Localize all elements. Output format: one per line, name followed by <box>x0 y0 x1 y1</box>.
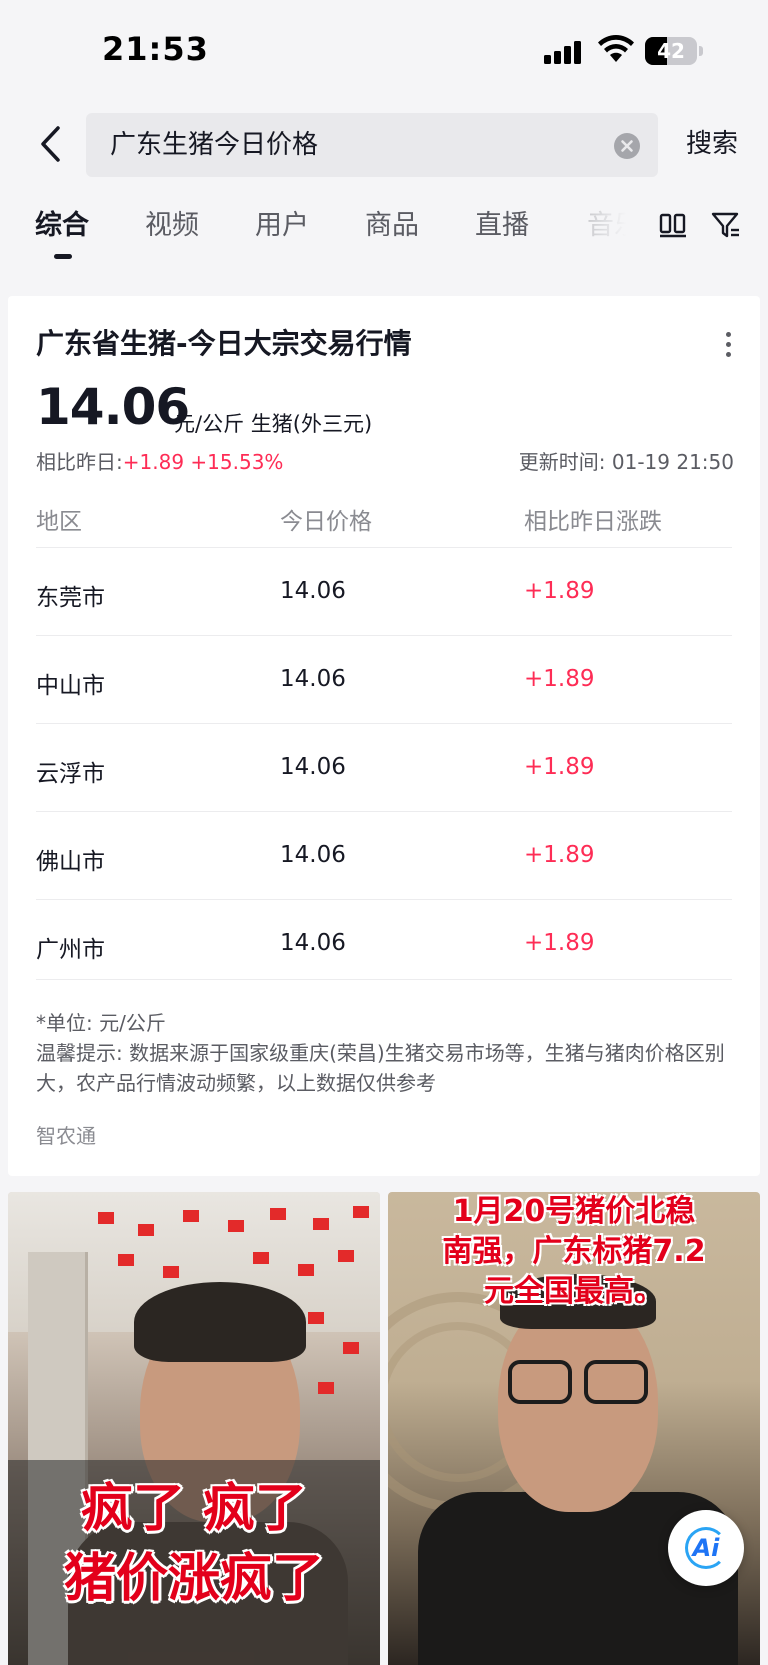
row-region: 佛山市 <box>36 849 105 875</box>
table-row: 佛山市 14.06 +1.89 <box>36 812 732 900</box>
battery-level: 42 <box>657 39 685 63</box>
tab-indicator <box>54 254 72 259</box>
search-tabs: 综合 视频 用户 商品 直播 音乐 <box>0 196 768 266</box>
search-button[interactable]: 搜索 <box>686 122 738 166</box>
change-value: +1.89 <box>122 450 185 474</box>
video-thumbnail[interactable]: 1月20号猪价北稳 南强，广东标猪7.2 元全国最高。 <box>388 1192 760 1665</box>
tab-video[interactable]: 视频 <box>145 206 199 246</box>
row-region: 云浮市 <box>36 761 105 787</box>
row-change: +1.89 <box>524 842 595 868</box>
chevron-left-icon <box>41 126 60 162</box>
price-table: 地区 今日价格 相比昨日涨跌 东莞市 14.06 +1.89 中山市 14.06… <box>36 488 732 980</box>
tab-comprehensive[interactable]: 综合 <box>35 206 89 246</box>
video-thumbnail[interactable]: 疯了 疯了 猪价涨疯了 <box>8 1192 380 1665</box>
data-source[interactable]: 智农通 <box>36 1120 96 1149</box>
row-price: 14.06 <box>280 930 346 956</box>
row-price: 14.06 <box>280 754 346 780</box>
status-time: 21:53 <box>102 30 209 68</box>
change-percent: +15.53% <box>190 450 284 474</box>
search-query: 广东生猪今日价格 <box>110 130 319 160</box>
header-change: 相比昨日涨跌 <box>524 509 662 535</box>
ai-assistant-button[interactable]: Ai <box>668 1510 744 1586</box>
header-region: 地区 <box>36 509 82 535</box>
daily-change: 相比昨日:+1.89 +15.53% <box>36 446 283 475</box>
back-button[interactable] <box>34 122 68 166</box>
row-price: 14.06 <box>280 666 346 692</box>
header-price: 今日价格 <box>280 509 372 535</box>
footnote: *单位: 元/公斤 温馨提示: 数据来源于国家级重庆(荣昌)生猪交易市场等，生猪… <box>36 1008 736 1098</box>
tab-users[interactable]: 用户 <box>255 206 309 246</box>
price-card[interactable]: 广东省生猪-今日大宗交易行情 14.06 元/公斤 生猪(外三元) 相比昨日:+… <box>8 296 760 1176</box>
row-price: 14.06 <box>280 578 346 604</box>
row-change: +1.89 <box>524 754 595 780</box>
tab-products[interactable]: 商品 <box>365 206 419 246</box>
table-row: 东莞市 14.06 +1.89 <box>36 548 732 636</box>
row-change: +1.89 <box>524 930 595 956</box>
wifi-icon <box>598 34 634 64</box>
search-header: 广东生猪今日价格 搜索 <box>0 100 768 190</box>
row-price: 14.06 <box>280 842 346 868</box>
cellular-signal-icon <box>544 40 584 64</box>
table-row: 广州市 14.06 +1.89 <box>36 900 732 980</box>
disclaimer-tip: 温馨提示: 数据来源于国家级重庆(荣昌)生猪交易市场等，生猪与猪肉价格区别大，农… <box>36 1041 725 1095</box>
change-label: 相比昨日: <box>36 450 123 474</box>
row-region: 中山市 <box>36 673 105 699</box>
more-options-icon[interactable] <box>726 332 732 362</box>
table-row: 中山市 14.06 +1.89 <box>36 636 732 724</box>
current-price: 14.06 <box>36 378 190 436</box>
battery-icon: 42 <box>645 37 703 65</box>
layout-toggle-icon[interactable] <box>658 210 688 240</box>
clear-icon[interactable] <box>614 133 640 159</box>
video-caption-line2: 猪价涨疯了 <box>63 1549 324 1609</box>
row-change: +1.89 <box>524 578 595 604</box>
search-input[interactable]: 广东生猪今日价格 <box>86 113 658 177</box>
status-bar: 21:53 42 <box>0 0 768 100</box>
table-row: 云浮市 14.06 +1.89 <box>36 724 732 812</box>
row-change: +1.89 <box>524 666 595 692</box>
card-title: 广东省生猪-今日大宗交易行情 <box>36 327 412 360</box>
update-time: 更新时间: 01-19 21:50 <box>518 450 734 474</box>
tab-live[interactable]: 直播 <box>475 206 529 246</box>
price-unit: 元/公斤 生猪(外三元) <box>174 412 373 436</box>
row-region: 广州市 <box>36 937 105 963</box>
video-caption-line1: 疯了 疯了 <box>80 1479 308 1539</box>
video-caption: 1月20号猪价北稳 南强，广东标猪7.2 元全国最高。 <box>442 1194 706 1309</box>
row-region: 东莞市 <box>36 585 105 611</box>
table-header: 地区 今日价格 相比昨日涨跌 <box>36 488 732 548</box>
filter-icon[interactable] <box>710 209 742 241</box>
unit-note: *单位: 元/公斤 <box>36 1011 166 1035</box>
